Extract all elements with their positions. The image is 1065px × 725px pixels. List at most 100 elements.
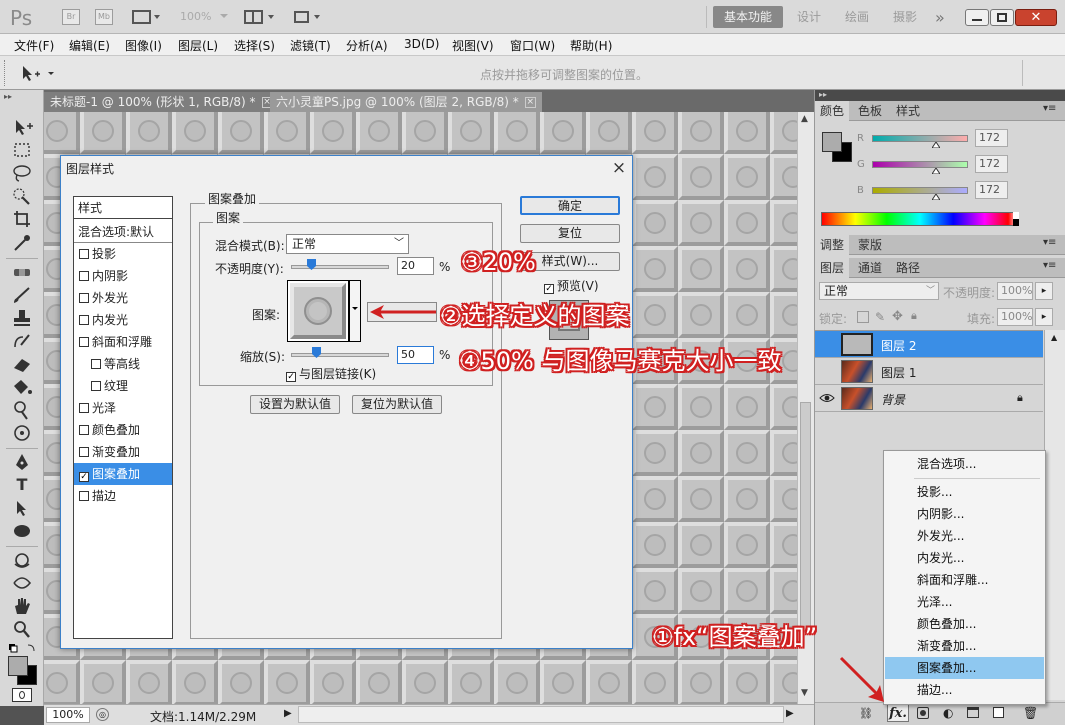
layer-row-layer2[interactable]: 图层 2 <box>815 331 1043 358</box>
menu-blending-options[interactable]: 混合选项... <box>885 453 1044 475</box>
fill-arrow-icon[interactable]: ▸ <box>1035 308 1053 326</box>
blend-mode-select[interactable]: 正常 ﹀ <box>819 282 939 300</box>
checkbox[interactable] <box>79 447 89 457</box>
brush-tool-icon[interactable] <box>9 285 35 305</box>
menu-color-overlay[interactable]: 颜色叠加... <box>885 613 1044 635</box>
fill-field[interactable]: 100% <box>997 308 1033 326</box>
panel-menu-icon[interactable]: ▾≡ <box>1043 260 1056 271</box>
layers-scrollbar[interactable]: ▲ <box>1044 330 1065 700</box>
menu-analysis[interactable]: 分析(A) <box>346 37 388 54</box>
lasso-tool-icon[interactable] <box>9 163 35 183</box>
style-drop-shadow[interactable]: 投影 <box>74 243 172 265</box>
horizontal-scrollbar[interactable] <box>298 706 784 723</box>
collapse-icon[interactable]: ▸▸ <box>819 90 827 99</box>
checkbox[interactable] <box>91 359 101 369</box>
tab-layers[interactable]: 图层 <box>815 258 850 278</box>
styles-header[interactable]: 样式 <box>74 197 172 219</box>
menu-inner-glow[interactable]: 内发光... <box>885 547 1044 569</box>
menu-view[interactable]: 视图(V) <box>452 37 494 54</box>
menu-satin[interactable]: 光泽... <box>885 591 1044 613</box>
zoom-combo[interactable]: 100% <box>180 10 211 23</box>
menu-help[interactable]: 帮助(H) <box>570 37 612 54</box>
workspace-painting-button[interactable]: 绘画 <box>845 7 869 28</box>
checkbox[interactable] <box>79 491 89 501</box>
new-layer-icon[interactable] <box>993 707 1004 718</box>
tab-color[interactable]: 颜色 <box>815 101 850 121</box>
style-gradient-overlay[interactable]: 渐变叠加 <box>74 441 172 463</box>
workspace-photography-button[interactable]: 摄影 <box>893 7 917 28</box>
menu-gradient-overlay[interactable]: 渐变叠加... <box>885 635 1044 657</box>
checkbox[interactable] <box>79 425 89 435</box>
dodge-tool-icon[interactable] <box>9 400 35 420</box>
status-menu-arrow-icon[interactable]: ▶ <box>284 708 292 719</box>
menu-edit[interactable]: 编辑(E) <box>69 37 110 54</box>
pen-tool-icon[interactable] <box>9 452 35 472</box>
channel-r-thumb[interactable] <box>932 142 941 148</box>
opacity-slider-thumb[interactable] <box>306 259 316 270</box>
eye-icon[interactable] <box>819 392 835 404</box>
lock-image-icon[interactable]: ✎ <box>875 310 885 324</box>
channel-b-thumb[interactable] <box>932 194 941 200</box>
menu-inner-shadow[interactable]: 内阴影... <box>885 503 1044 525</box>
dialog-blend-select[interactable]: 正常 ﹀ <box>286 234 409 254</box>
checkbox[interactable] <box>79 403 89 413</box>
menu-filter[interactable]: 滤镜(T) <box>290 37 331 54</box>
menu-image[interactable]: 图像(I) <box>125 37 162 54</box>
checkbox[interactable] <box>79 271 89 281</box>
info-icon[interactable]: ◎ <box>96 708 109 721</box>
channel-r-value[interactable]: 172 <box>975 129 1008 147</box>
checkbox[interactable] <box>79 337 89 347</box>
layer-row-layer1[interactable]: 图层 1 <box>815 358 1043 385</box>
scale-slider[interactable] <box>291 353 389 357</box>
foreground-color-swatch[interactable] <box>8 656 28 676</box>
menu-layer[interactable]: 图层(L) <box>178 37 218 54</box>
tab-masks[interactable]: 蒙版 <box>853 235 887 255</box>
checkbox-checked[interactable]: ✓ <box>286 372 296 382</box>
lock-transparent-icon[interactable] <box>857 311 869 323</box>
trash-icon[interactable]: 🗑︎ <box>1023 706 1038 720</box>
dialog-close-button[interactable]: × <box>609 158 629 178</box>
scroll-up-icon[interactable]: ▲ <box>1051 333 1057 342</box>
style-satin[interactable]: 光泽 <box>74 397 172 419</box>
checkbox[interactable] <box>79 293 89 303</box>
smudge-tool-icon[interactable] <box>9 423 35 443</box>
style-stroke[interactable]: 描边 <box>74 485 172 507</box>
set-default-button[interactable]: 设置为默认值 <box>250 395 340 414</box>
style-outer-glow[interactable]: 外发光 <box>74 287 172 309</box>
3d-orbit-tool-icon[interactable] <box>9 573 35 593</box>
link-layers-icon[interactable]: ⛓︎ <box>859 707 873 720</box>
tab-adjustments[interactable]: 调整 <box>815 235 850 255</box>
view-extras-button[interactable] <box>132 9 162 25</box>
tab-paths[interactable]: 路径 <box>891 258 925 278</box>
workspace-more-button[interactable]: » <box>935 7 945 28</box>
menu-window[interactable]: 窗口(W) <box>510 37 555 54</box>
new-group-icon[interactable] <box>967 707 979 718</box>
bridge-button[interactable]: Br <box>62 9 80 25</box>
type-tool-icon[interactable]: T <box>9 475 35 495</box>
scale-input[interactable]: 50 <box>397 346 434 364</box>
color-fg-swatch[interactable] <box>822 132 842 152</box>
lock-position-icon[interactable]: ✥ <box>892 309 903 324</box>
minimize-button[interactable] <box>965 9 989 26</box>
ellipse-tool-icon[interactable] <box>9 521 35 541</box>
tab-untitled[interactable]: 未标题-1 @ 100% (形状 1, RGB/8) * × <box>44 92 279 112</box>
checkbox-checked[interactable]: ✓ <box>79 472 89 482</box>
menu-pattern-overlay[interactable]: 图案叠加... <box>885 657 1044 679</box>
menu-select[interactable]: 选择(S) <box>234 37 275 54</box>
scale-slider-thumb[interactable] <box>311 347 321 358</box>
link-with-layer[interactable]: ✓ 与图层链接(K) <box>286 365 376 382</box>
zoom-field[interactable]: 100% <box>46 707 90 723</box>
style-inner-glow[interactable]: 内发光 <box>74 309 172 331</box>
workspace-design-button[interactable]: 设计 <box>797 7 821 28</box>
layer-opacity-field[interactable]: 100% <box>997 282 1033 300</box>
move-tool-icon[interactable] <box>9 117 35 137</box>
collapse-icon[interactable]: ▸▸ <box>4 92 12 101</box>
checkbox[interactable] <box>79 315 89 325</box>
scroll-up-icon[interactable]: ▲ <box>801 114 808 124</box>
menu-3d[interactable]: 3D(D) <box>404 37 439 51</box>
panel-menu-icon[interactable]: ▾≡ <box>1043 103 1056 114</box>
tab-styles[interactable]: 样式 <box>891 101 925 121</box>
crop-tool-icon[interactable] <box>9 209 35 229</box>
style-bevel-emboss[interactable]: 斜面和浮雕 <box>74 331 172 353</box>
menu-stroke[interactable]: 描边... <box>885 679 1044 701</box>
